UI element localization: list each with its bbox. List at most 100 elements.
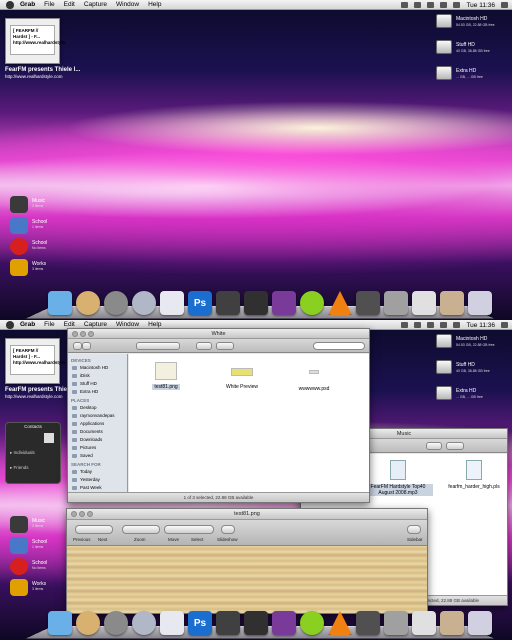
close-button[interactable] bbox=[72, 331, 78, 337]
stack-school[interactable]: School No items bbox=[10, 558, 70, 579]
stack-works[interactable]: Works 3 items bbox=[10, 259, 70, 280]
menu-edit[interactable]: Edit bbox=[64, 321, 75, 328]
camera-icon[interactable] bbox=[244, 611, 268, 635]
headphones-icon[interactable] bbox=[216, 291, 240, 315]
finder-titlebar[interactable]: White bbox=[68, 329, 369, 339]
sidebar-item-today[interactable]: Today bbox=[68, 468, 127, 476]
previous-next-control[interactable] bbox=[75, 525, 113, 534]
sidebar-item-applications[interactable]: Applications bbox=[68, 420, 127, 428]
apple-menu-icon[interactable] bbox=[6, 0, 14, 9]
sidebar-item-desktop[interactable]: Desktop bbox=[68, 404, 127, 412]
action-gear-button[interactable] bbox=[446, 442, 464, 450]
drive-extra-hd[interactable]: Extra HD ... GB, ... GB free bbox=[436, 386, 506, 412]
music-note-icon[interactable] bbox=[401, 2, 409, 8]
robot-icon[interactable] bbox=[160, 291, 184, 315]
wifi-icon[interactable] bbox=[427, 322, 435, 328]
finder-bear-icon[interactable] bbox=[48, 611, 72, 635]
trash-icon[interactable] bbox=[468, 291, 492, 315]
sidebar-item-yesterday[interactable]: Yesterday bbox=[68, 476, 127, 484]
zoom-control[interactable] bbox=[122, 525, 160, 534]
stack-school[interactable]: School No items bbox=[10, 238, 70, 259]
menu-capture[interactable]: Capture bbox=[84, 321, 107, 328]
gift-icon[interactable] bbox=[412, 291, 436, 315]
sidebar-item-idisk[interactable]: iDisk bbox=[68, 372, 127, 380]
contacts-widget[interactable]: Contacts ▸ Individuals ▸ Friends bbox=[5, 422, 61, 484]
activity-monitor-icon[interactable] bbox=[356, 291, 380, 315]
sidebar-item-past-week[interactable]: Past Week bbox=[68, 484, 127, 492]
lime-icon[interactable] bbox=[300, 291, 324, 315]
menu-clock[interactable]: Tue 11:36 bbox=[466, 322, 495, 329]
preview-titlebar[interactable]: test81.png bbox=[67, 509, 427, 520]
close-button[interactable] bbox=[71, 511, 77, 517]
menu-file[interactable]: File bbox=[44, 321, 54, 328]
stack-works[interactable]: Works 3 items bbox=[10, 579, 70, 600]
system-preferences-icon[interactable] bbox=[104, 611, 128, 635]
file-item[interactable]: fearfm_harder_high.pls bbox=[441, 460, 507, 490]
sidebar-item-macintosh-hd[interactable]: Macintosh HD bbox=[68, 364, 127, 372]
drive-macintosh-hd[interactable]: Macintosh HD 54.53 GB, 22.88 GB free bbox=[436, 334, 506, 360]
trash-icon[interactable] bbox=[468, 611, 492, 635]
menu-window[interactable]: Window bbox=[116, 321, 139, 328]
headphones-icon[interactable] bbox=[216, 611, 240, 635]
utilities-icon[interactable] bbox=[384, 291, 408, 315]
drive-macintosh-hd[interactable]: Macintosh HD 54.53 GB, 22.88 GB free bbox=[436, 14, 506, 40]
file-item[interactable]: FearFM Hardstyle Top40 August 2008.mp3 bbox=[363, 460, 433, 496]
lime-icon[interactable] bbox=[300, 611, 324, 635]
minimize-button[interactable] bbox=[80, 331, 86, 337]
file-item-test81[interactable]: test81.png bbox=[141, 362, 191, 390]
media-controls-icon[interactable] bbox=[414, 322, 422, 328]
sidebar-item-downloads[interactable]: Downloads bbox=[68, 436, 127, 444]
stack-music[interactable]: Music 2 items bbox=[10, 516, 70, 537]
spotlight-icon[interactable] bbox=[501, 322, 508, 328]
move-select-control[interactable] bbox=[164, 525, 214, 534]
photoshop-icon[interactable]: Ps bbox=[188, 291, 212, 315]
robot-icon[interactable] bbox=[160, 611, 184, 635]
sidebar-item-stuff-hd[interactable]: Stuff HD bbox=[68, 380, 127, 388]
drive-stuff-hd[interactable]: Stuff HD 40 GB, 36.88 GB free bbox=[436, 360, 506, 386]
file-item-white-preview[interactable]: White Preview bbox=[217, 362, 267, 390]
contacts-group-friends[interactable]: ▸ Friends bbox=[10, 465, 29, 471]
volume-icon[interactable] bbox=[440, 2, 448, 8]
menu-capture[interactable]: Capture bbox=[84, 1, 107, 8]
browser-thumbnail-widget[interactable]: [ FEARFM // Hardst ] - F... http://www.r… bbox=[5, 338, 66, 384]
stacks-icon[interactable] bbox=[440, 611, 464, 635]
menu-help[interactable]: Help bbox=[148, 1, 161, 8]
eye-quicklook-button[interactable] bbox=[426, 442, 442, 450]
gift-icon[interactable] bbox=[412, 611, 436, 635]
finder-window-white[interactable]: White DEVICES Macintosh HD iDisk Stuff H… bbox=[67, 328, 370, 503]
menu-clock[interactable]: Tue 11:36 bbox=[466, 2, 495, 9]
vlc-cone-icon[interactable] bbox=[328, 291, 352, 315]
action-gear-button[interactable] bbox=[216, 342, 234, 350]
file-item-wwwwww-psd[interactable]: wwwwww.psd bbox=[289, 362, 339, 392]
safari-icon[interactable] bbox=[132, 611, 156, 635]
music-note-icon[interactable] bbox=[401, 322, 409, 328]
wifi-icon[interactable] bbox=[427, 2, 435, 8]
sidebar-toggle-button[interactable] bbox=[407, 525, 421, 534]
utilities-icon[interactable] bbox=[384, 611, 408, 635]
battery-icon[interactable] bbox=[453, 322, 461, 328]
view-mode-segmented-control[interactable] bbox=[136, 342, 180, 350]
book-icon[interactable] bbox=[272, 291, 296, 315]
search-input[interactable] bbox=[313, 342, 365, 350]
sidebar-item-extra-hd[interactable]: Extra HD bbox=[68, 388, 127, 396]
menu-window[interactable]: Window bbox=[116, 1, 139, 8]
apple-menu-icon[interactable] bbox=[6, 320, 14, 329]
stack-school-robot[interactable]: School 1 items bbox=[10, 217, 70, 238]
stack-school-robot[interactable]: School 1 items bbox=[10, 537, 70, 558]
spotlight-icon[interactable] bbox=[501, 2, 508, 8]
clock-icon[interactable] bbox=[76, 291, 100, 315]
battery-icon[interactable] bbox=[453, 2, 461, 8]
back-arrow-icon[interactable] bbox=[73, 342, 82, 350]
menu-app-grab[interactable]: Grab bbox=[20, 321, 35, 328]
camera-icon[interactable] bbox=[244, 291, 268, 315]
photoshop-icon[interactable]: Ps bbox=[188, 611, 212, 635]
clock-icon[interactable] bbox=[76, 611, 100, 635]
browser-thumbnail-widget[interactable]: [ FEARFM // Hardst ] - F... http://www.r… bbox=[5, 18, 66, 64]
volume-icon[interactable] bbox=[440, 322, 448, 328]
menu-file[interactable]: File bbox=[44, 1, 54, 8]
menu-edit[interactable]: Edit bbox=[64, 1, 75, 8]
system-preferences-icon[interactable] bbox=[104, 291, 128, 315]
sidebar-item-documents[interactable]: Documents bbox=[68, 428, 127, 436]
minimize-button[interactable] bbox=[79, 511, 85, 517]
zoom-button[interactable] bbox=[87, 511, 93, 517]
